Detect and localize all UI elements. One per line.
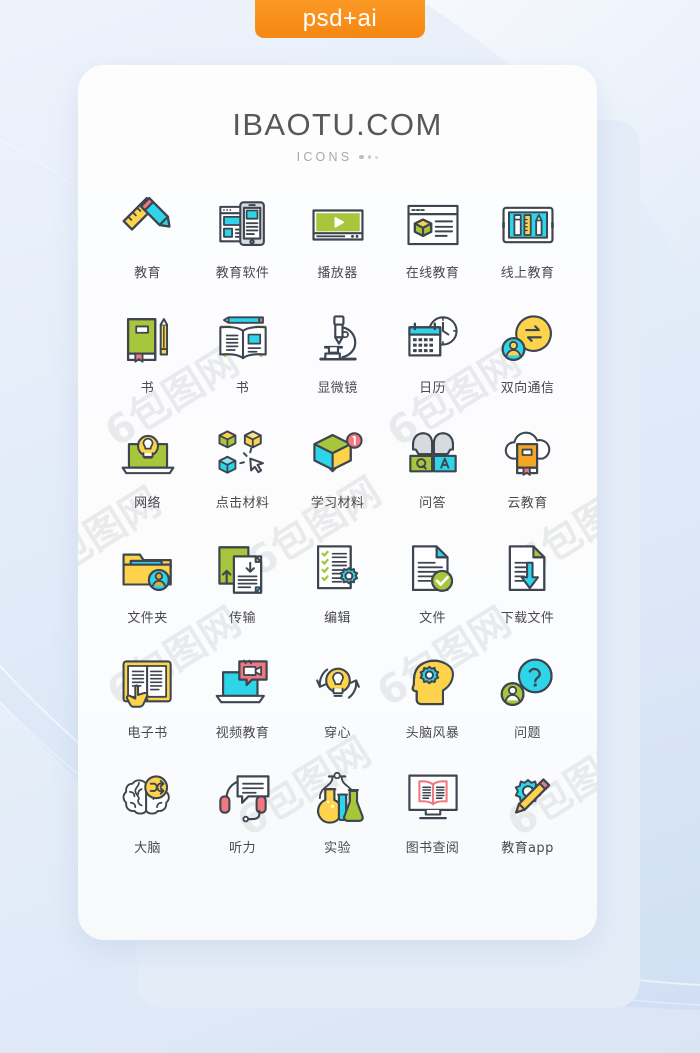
icon-cell[interactable]: 网络: [100, 424, 195, 523]
icon-label: 线上教育: [500, 266, 555, 281]
tablet-education-icon[interactable]: [497, 194, 559, 256]
icon-label: 图书查阅: [405, 841, 460, 856]
video-education-icon[interactable]: [212, 654, 274, 716]
icon-cell[interactable]: 播放器: [290, 194, 385, 293]
icon-cell[interactable]: 云教育: [480, 424, 575, 523]
user-question-icon[interactable]: [497, 654, 559, 716]
icon-label: 视频教育: [215, 726, 270, 741]
icon-label: 学习材料: [310, 496, 365, 511]
icon-cell[interactable]: 下载文件: [480, 539, 575, 638]
dots-decoration: [359, 154, 379, 160]
brand-title: IBAOTU.COM: [232, 107, 443, 142]
icon-label: 编辑: [324, 611, 351, 626]
icon-cell[interactable]: 教育app: [480, 769, 575, 868]
two-way-communication-icon[interactable]: [497, 309, 559, 371]
book-pencil-icon[interactable]: [117, 309, 179, 371]
icon-label: 穿心: [324, 726, 351, 741]
card-header: IBAOTU.COM ICONS: [78, 65, 597, 164]
download-file-icon[interactable]: [497, 539, 559, 601]
icon-cell[interactable]: 传输: [195, 539, 290, 638]
icon-label: 问答: [419, 496, 446, 511]
laptop-bulb-icon[interactable]: [117, 424, 179, 486]
pencil-ruler-icon[interactable]: [117, 194, 179, 256]
icon-label: 教育: [134, 266, 161, 281]
microscope-icon[interactable]: [307, 309, 369, 371]
icon-label: 问题: [514, 726, 541, 741]
cloud-education-icon[interactable]: [497, 424, 559, 486]
icon-cell[interactable]: 在线教育: [385, 194, 480, 293]
icon-cell[interactable]: 双向通信: [480, 309, 575, 408]
icon-cell[interactable]: 教育: [100, 194, 195, 293]
icon-label: 文件夹: [127, 611, 168, 626]
file-transfer-icon[interactable]: [212, 539, 274, 601]
icon-cell[interactable]: 问题: [480, 654, 575, 753]
icon-cell[interactable]: 视频教育: [195, 654, 290, 753]
icon-cell[interactable]: 问答: [385, 424, 480, 523]
icon-cell[interactable]: 穿心: [290, 654, 385, 753]
icon-label: 教育app: [501, 841, 554, 856]
icon-cell[interactable]: 日历: [385, 309, 480, 408]
headset-chat-icon[interactable]: [212, 769, 274, 831]
icon-label: 下载文件: [500, 611, 555, 626]
icon-label: 云教育: [507, 496, 548, 511]
icon-label: 书: [235, 381, 250, 396]
format-badge: psd+ai: [255, 0, 425, 38]
icon-cell[interactable]: 教育软件: [195, 194, 290, 293]
subtitle-row: ICONS: [78, 150, 597, 164]
bulb-refresh-icon[interactable]: [307, 654, 369, 716]
edit-document-icon[interactable]: [307, 539, 369, 601]
user-folder-icon[interactable]: [117, 539, 179, 601]
online-education-icon[interactable]: [402, 194, 464, 256]
icon-cell[interactable]: 文件夹: [100, 539, 195, 638]
lab-experiment-icon[interactable]: [307, 769, 369, 831]
icon-cell[interactable]: 线上教育: [480, 194, 575, 293]
question-answer-icon[interactable]: [402, 424, 464, 486]
calendar-clock-icon[interactable]: [402, 309, 464, 371]
icon-label: 日历: [419, 381, 446, 396]
subtitle-label: ICONS: [296, 150, 353, 164]
education-app-icon[interactable]: [497, 769, 559, 831]
video-player-icon[interactable]: [307, 194, 369, 256]
icon-cell[interactable]: 书: [100, 309, 195, 408]
icon-cell[interactable]: 实验: [290, 769, 385, 868]
icon-label: 教育软件: [215, 266, 270, 281]
icon-label: 大脑: [134, 841, 161, 856]
icon-cell[interactable]: 头脑风暴: [385, 654, 480, 753]
verified-file-icon[interactable]: [402, 539, 464, 601]
icon-cell[interactable]: 电子书: [100, 654, 195, 753]
icon-label: 文件: [419, 611, 446, 626]
open-book-pencil-icon[interactable]: [212, 309, 274, 371]
icon-cell[interactable]: 显微镜: [290, 309, 385, 408]
icon-label: 头脑风暴: [405, 726, 460, 741]
brainstorm-gear-icon[interactable]: [402, 654, 464, 716]
icon-label: 实验: [324, 841, 351, 856]
book-monitor-icon[interactable]: [402, 769, 464, 831]
icon-grid: 教育 教育软件 播放器 在线教育 线上教育 书 书 显微镜 日历 双向通信 网络…: [100, 194, 575, 868]
ebook-touch-icon[interactable]: [117, 654, 179, 716]
icon-label: 在线教育: [405, 266, 460, 281]
icon-cell[interactable]: 点击材料: [195, 424, 290, 523]
icon-label: 传输: [229, 611, 256, 626]
education-software-icon[interactable]: [212, 194, 274, 256]
icon-label: 听力: [229, 841, 256, 856]
icon-cell[interactable]: 大脑: [100, 769, 195, 868]
icon-set-card: IBAOTU.COM ICONS 6包图网 6包图网 6包图网 6包图网 6包图…: [78, 65, 597, 940]
icon-label: 网络: [134, 496, 161, 511]
brain-shuffle-icon[interactable]: [117, 769, 179, 831]
icon-cell[interactable]: 听力: [195, 769, 290, 868]
icon-cell[interactable]: 图书查阅: [385, 769, 480, 868]
icon-label: 播放器: [317, 266, 358, 281]
icon-label: 双向通信: [500, 381, 555, 396]
learning-material-icon[interactable]: [307, 424, 369, 486]
click-material-icon[interactable]: [212, 424, 274, 486]
icon-cell[interactable]: 学习材料: [290, 424, 385, 523]
icon-label: 点击材料: [215, 496, 270, 511]
icon-cell[interactable]: 文件: [385, 539, 480, 638]
icon-label: 书: [140, 381, 155, 396]
format-badge-label: psd+ai: [302, 5, 378, 32]
icon-label: 电子书: [127, 726, 168, 741]
icon-label: 显微镜: [317, 381, 358, 396]
icon-cell[interactable]: 编辑: [290, 539, 385, 638]
icon-cell[interactable]: 书: [195, 309, 290, 408]
